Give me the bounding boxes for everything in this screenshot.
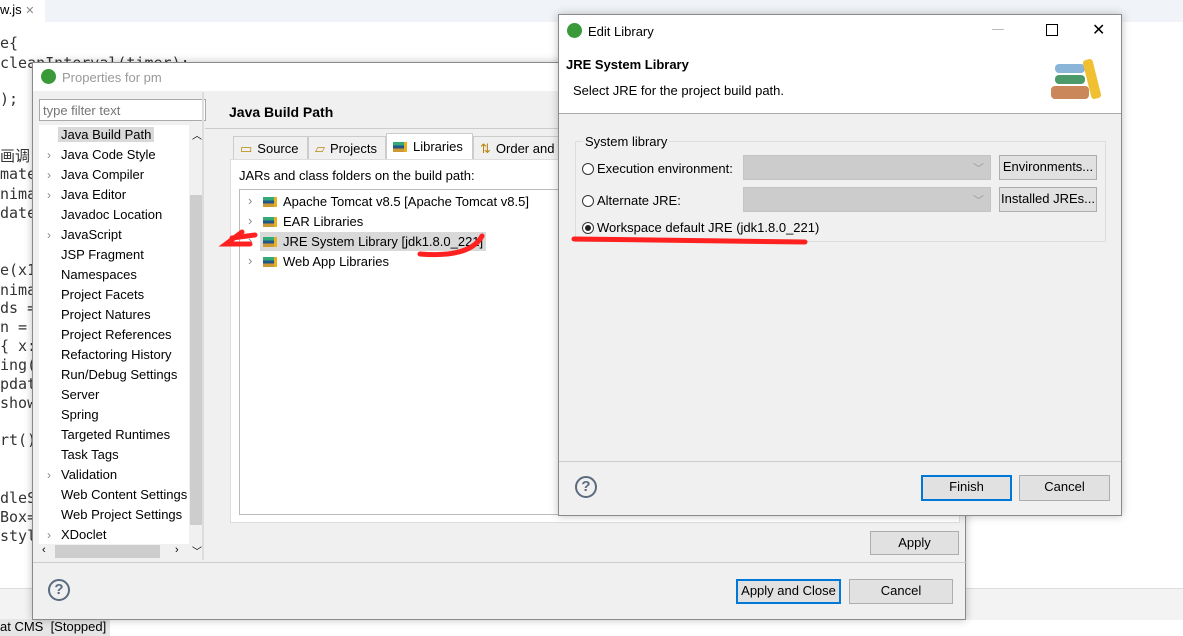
red-annotation-marks <box>218 229 808 258</box>
annotation-underline-workspace <box>571 236 808 245</box>
annotation-arrow <box>218 229 258 247</box>
annotation-underline-jre <box>417 233 485 258</box>
